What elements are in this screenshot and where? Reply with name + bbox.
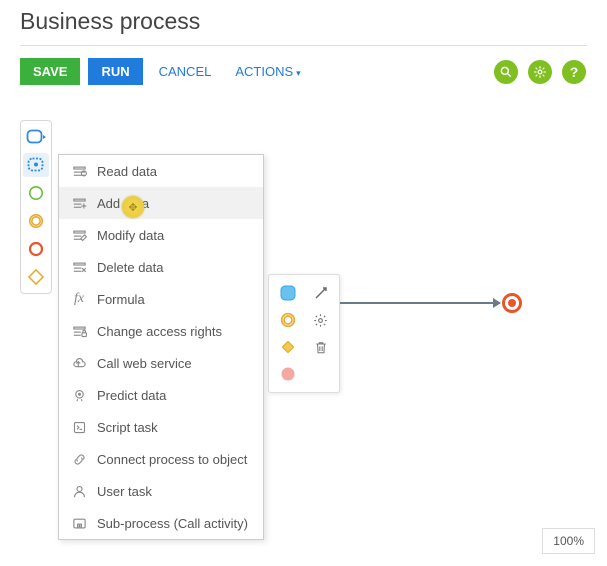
run-button[interactable]: RUN [88,58,142,85]
menu-call-web[interactable]: Call web service [59,347,263,379]
menu-item-label: Sub-process (Call activity) [97,516,248,531]
node-context-toolbar [268,274,340,393]
ctx-empty [310,363,332,385]
menu-item-label: Predict data [97,388,166,403]
menu-formula[interactable]: fx Formula [59,283,263,315]
subprocess-icon [71,515,87,531]
script-icon [71,419,87,435]
ctx-pointer[interactable] [310,282,332,304]
formula-icon: fx [71,291,87,307]
predict-icon [71,387,87,403]
menu-modify-data[interactable]: Modify data [59,219,263,251]
menu-item-label: Read data [97,164,157,179]
save-button[interactable]: SAVE [20,58,80,85]
palette-task-dashed[interactable] [23,153,49,177]
menu-item-label: Modify data [97,228,164,243]
toolbar: SAVE RUN CANCEL ACTIONS▾ ? [0,52,607,91]
add-icon [71,195,87,211]
chevron-down-icon: ▾ [296,68,301,78]
menu-connect[interactable]: Connect process to object [59,443,263,475]
ctx-delete[interactable] [310,336,332,358]
ctx-shape-diamond[interactable] [277,336,299,358]
sequence-flow[interactable] [340,302,500,304]
menu-user-task[interactable]: User task [59,475,263,507]
palette-event-green[interactable] [23,181,49,205]
palette-gateway[interactable] [23,265,49,289]
menu-item-label: Add data [97,196,149,211]
modify-icon [71,227,87,243]
actions-menu: Read data Add data Modify data Delete da… [58,154,264,540]
palette-event-yellow[interactable] [23,209,49,233]
lock-icon [71,323,87,339]
menu-delete-data[interactable]: Delete data [59,251,263,283]
end-event-node[interactable] [502,293,522,313]
palette-event-red[interactable] [23,237,49,261]
settings-button[interactable] [527,59,553,85]
menu-item-label: Script task [97,420,158,435]
divider [20,45,587,46]
menu-script[interactable]: Script task [59,411,263,443]
user-icon [71,483,87,499]
delete-icon [71,259,87,275]
gear-icon [528,60,552,84]
menu-access-rights[interactable]: Change access rights [59,315,263,347]
menu-read-data[interactable]: Read data [59,155,263,187]
menu-item-label: User task [97,484,152,499]
menu-item-label: Connect process to object [97,452,247,467]
page-title: Business process [0,0,607,45]
link-icon [71,451,87,467]
zoom-level[interactable]: 100% [542,528,595,554]
menu-item-label: Formula [97,292,145,307]
search-icon [494,60,518,84]
menu-sub-process[interactable]: Sub-process (Call activity) [59,507,263,539]
menu-predict[interactable]: Predict data [59,379,263,411]
help-icon: ? [562,60,586,84]
menu-item-label: Call web service [97,356,192,371]
ctx-shape-pink[interactable] [277,363,299,385]
element-palette [20,120,52,294]
menu-add-data[interactable]: Add data [59,187,263,219]
ctx-shape-blue[interactable] [277,282,299,304]
menu-item-label: Delete data [97,260,164,275]
palette-task[interactable] [23,125,49,149]
cloud-icon [71,355,87,371]
menu-item-label: Change access rights [97,324,222,339]
ctx-settings[interactable] [310,309,332,331]
cancel-button[interactable]: CANCEL [151,58,220,85]
ctx-shape-yellow[interactable] [277,309,299,331]
search-button[interactable] [493,59,519,85]
read-icon [71,163,87,179]
actions-dropdown[interactable]: ACTIONS▾ [227,58,308,85]
help-button[interactable]: ? [561,59,587,85]
